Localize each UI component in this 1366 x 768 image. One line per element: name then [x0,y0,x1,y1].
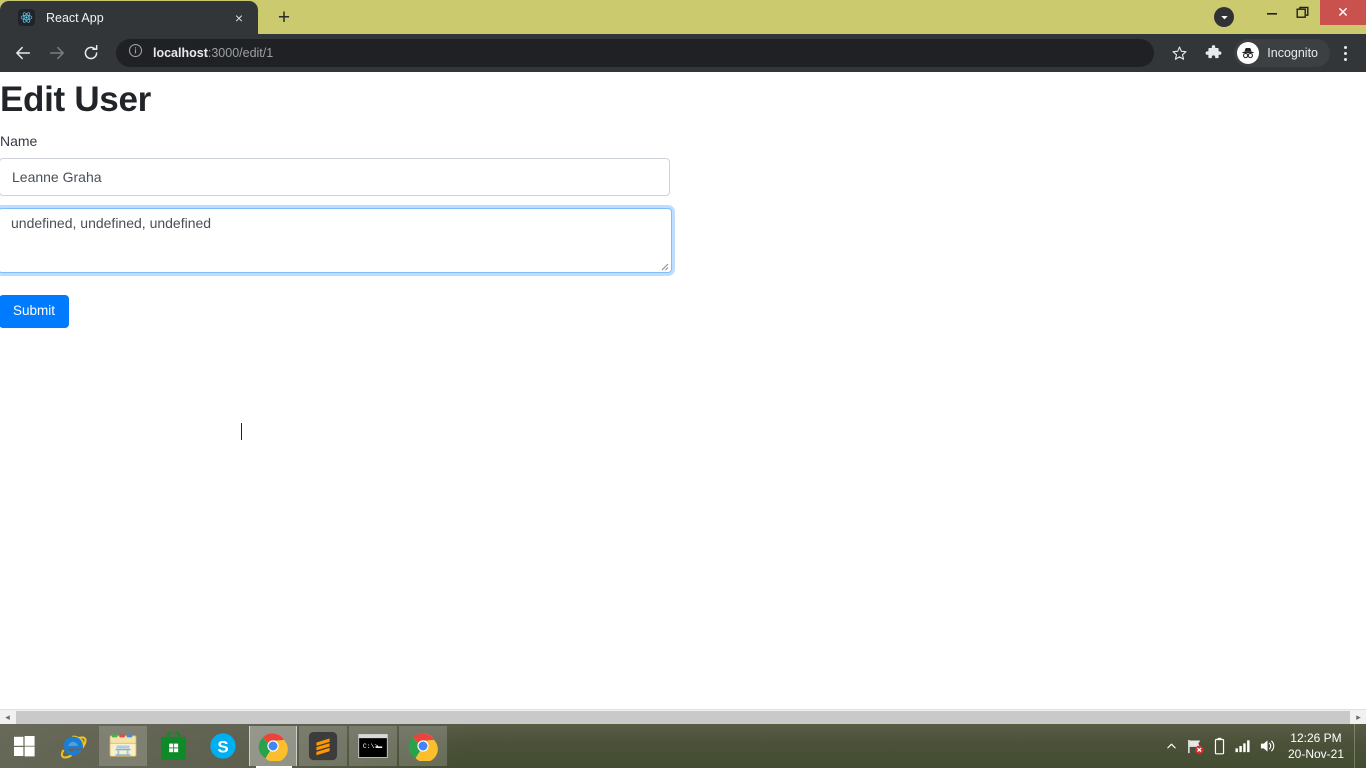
info-circle-icon[interactable] [128,43,143,63]
taskbar-item-google-chrome-second[interactable] [399,726,447,766]
taskbar-item-skype[interactable]: S [199,726,247,766]
name-input[interactable] [0,158,670,196]
details-textarea[interactable] [0,208,672,273]
scroll-right-arrow-icon[interactable]: ▸ [1351,709,1366,725]
window-maximize-button[interactable] [1287,0,1318,26]
file-explorer-icon [109,734,137,757]
menu-dot [1343,51,1347,55]
chevron-up-icon[interactable] [1160,724,1184,768]
submit-button[interactable]: Submit [0,295,70,329]
reload-button[interactable] [76,38,106,68]
battery-icon[interactable] [1208,724,1232,768]
windows-start-icon[interactable] [0,724,48,768]
tab-strip-spacer [298,33,1214,34]
new-tab-button[interactable]: + [270,3,298,31]
internet-explorer-icon [60,735,87,759]
browser-window: React App × + ✕ localhost:3000/edit/1 In… [0,0,1366,725]
url-path: :3000/edit/1 [207,46,274,60]
scroll-left-arrow-icon[interactable]: ◂ [0,709,15,725]
address-bar[interactable]: localhost:3000/edit/1 [116,39,1155,67]
scrollbar-thumb[interactable] [16,710,1350,724]
details-textarea-wrapper [0,208,672,440]
command-prompt-icon: C:\> [358,734,388,758]
network-flag-error-icon[interactable] [1184,724,1208,768]
clock-time: 12:26 PM [1290,731,1342,745]
taskbar: S C:\> 12:26 PM 20-Nov-21 [0,724,1366,768]
menu-dot [1343,57,1347,61]
show-desktop-button[interactable] [1354,724,1360,768]
incognito-hat-icon [1237,42,1260,64]
tab-strip: React App × + ✕ [0,0,1366,34]
taskbar-item-sublime-text[interactable] [299,726,347,766]
url-text: localhost:3000/edit/1 [153,46,273,60]
back-button[interactable] [8,38,38,68]
menu-dot [1343,45,1347,49]
taskbar-item-google-chrome-active[interactable] [249,726,297,768]
page-title: Edit User [0,80,151,119]
forward-button[interactable] [42,38,72,68]
window-close-button[interactable]: ✕ [1320,0,1366,25]
google-chrome-icon [408,733,438,761]
clock[interactable]: 12:26 PM 20-Nov-21 [1280,724,1354,768]
svg-text:S: S [217,738,228,757]
chevron-down-circle-icon[interactable] [1214,7,1234,27]
taskbar-item-microsoft-store[interactable] [149,726,197,766]
react-logo-icon [18,9,35,26]
speaker-icon[interactable] [1256,724,1280,768]
taskbar-item-file-explorer[interactable] [99,726,147,766]
url-host: localhost [153,46,208,60]
clock-date: 20-Nov-21 [1287,747,1344,761]
three-dots-vertical-icon[interactable] [1332,39,1358,67]
puzzle-piece-icon[interactable] [1199,39,1227,67]
incognito-profile-button[interactable]: Incognito [1234,39,1330,67]
taskbar-spacer [448,746,1160,747]
close-icon[interactable]: × [230,9,248,27]
text-caret [241,423,242,440]
horizontal-scrollbar[interactable]: ◂ ▸ [0,709,1366,725]
signal-bars-icon[interactable] [1232,724,1256,768]
system-tray: 12:26 PM 20-Nov-21 [1160,724,1366,768]
microsoft-store-icon [160,731,186,760]
sublime-text-icon [308,731,338,761]
window-minimize-button[interactable] [1256,0,1287,26]
browser-tab-react-app[interactable]: React App × [0,1,258,34]
svg-text:C:\>: C:\> [363,743,379,750]
taskbar-item-internet-explorer[interactable] [49,726,97,766]
profile-label: Incognito [1267,46,1318,60]
skype-icon: S [210,733,236,759]
page-viewport: Edit User Name Submit [0,72,1366,709]
name-label: Name [0,133,38,149]
browser-toolbar: localhost:3000/edit/1 Incognito [0,34,1366,72]
taskbar-item-command-prompt[interactable]: C:\> [349,726,397,766]
google-chrome-icon [258,733,288,761]
star-icon[interactable] [1165,39,1193,67]
tab-title: React App [46,10,104,25]
